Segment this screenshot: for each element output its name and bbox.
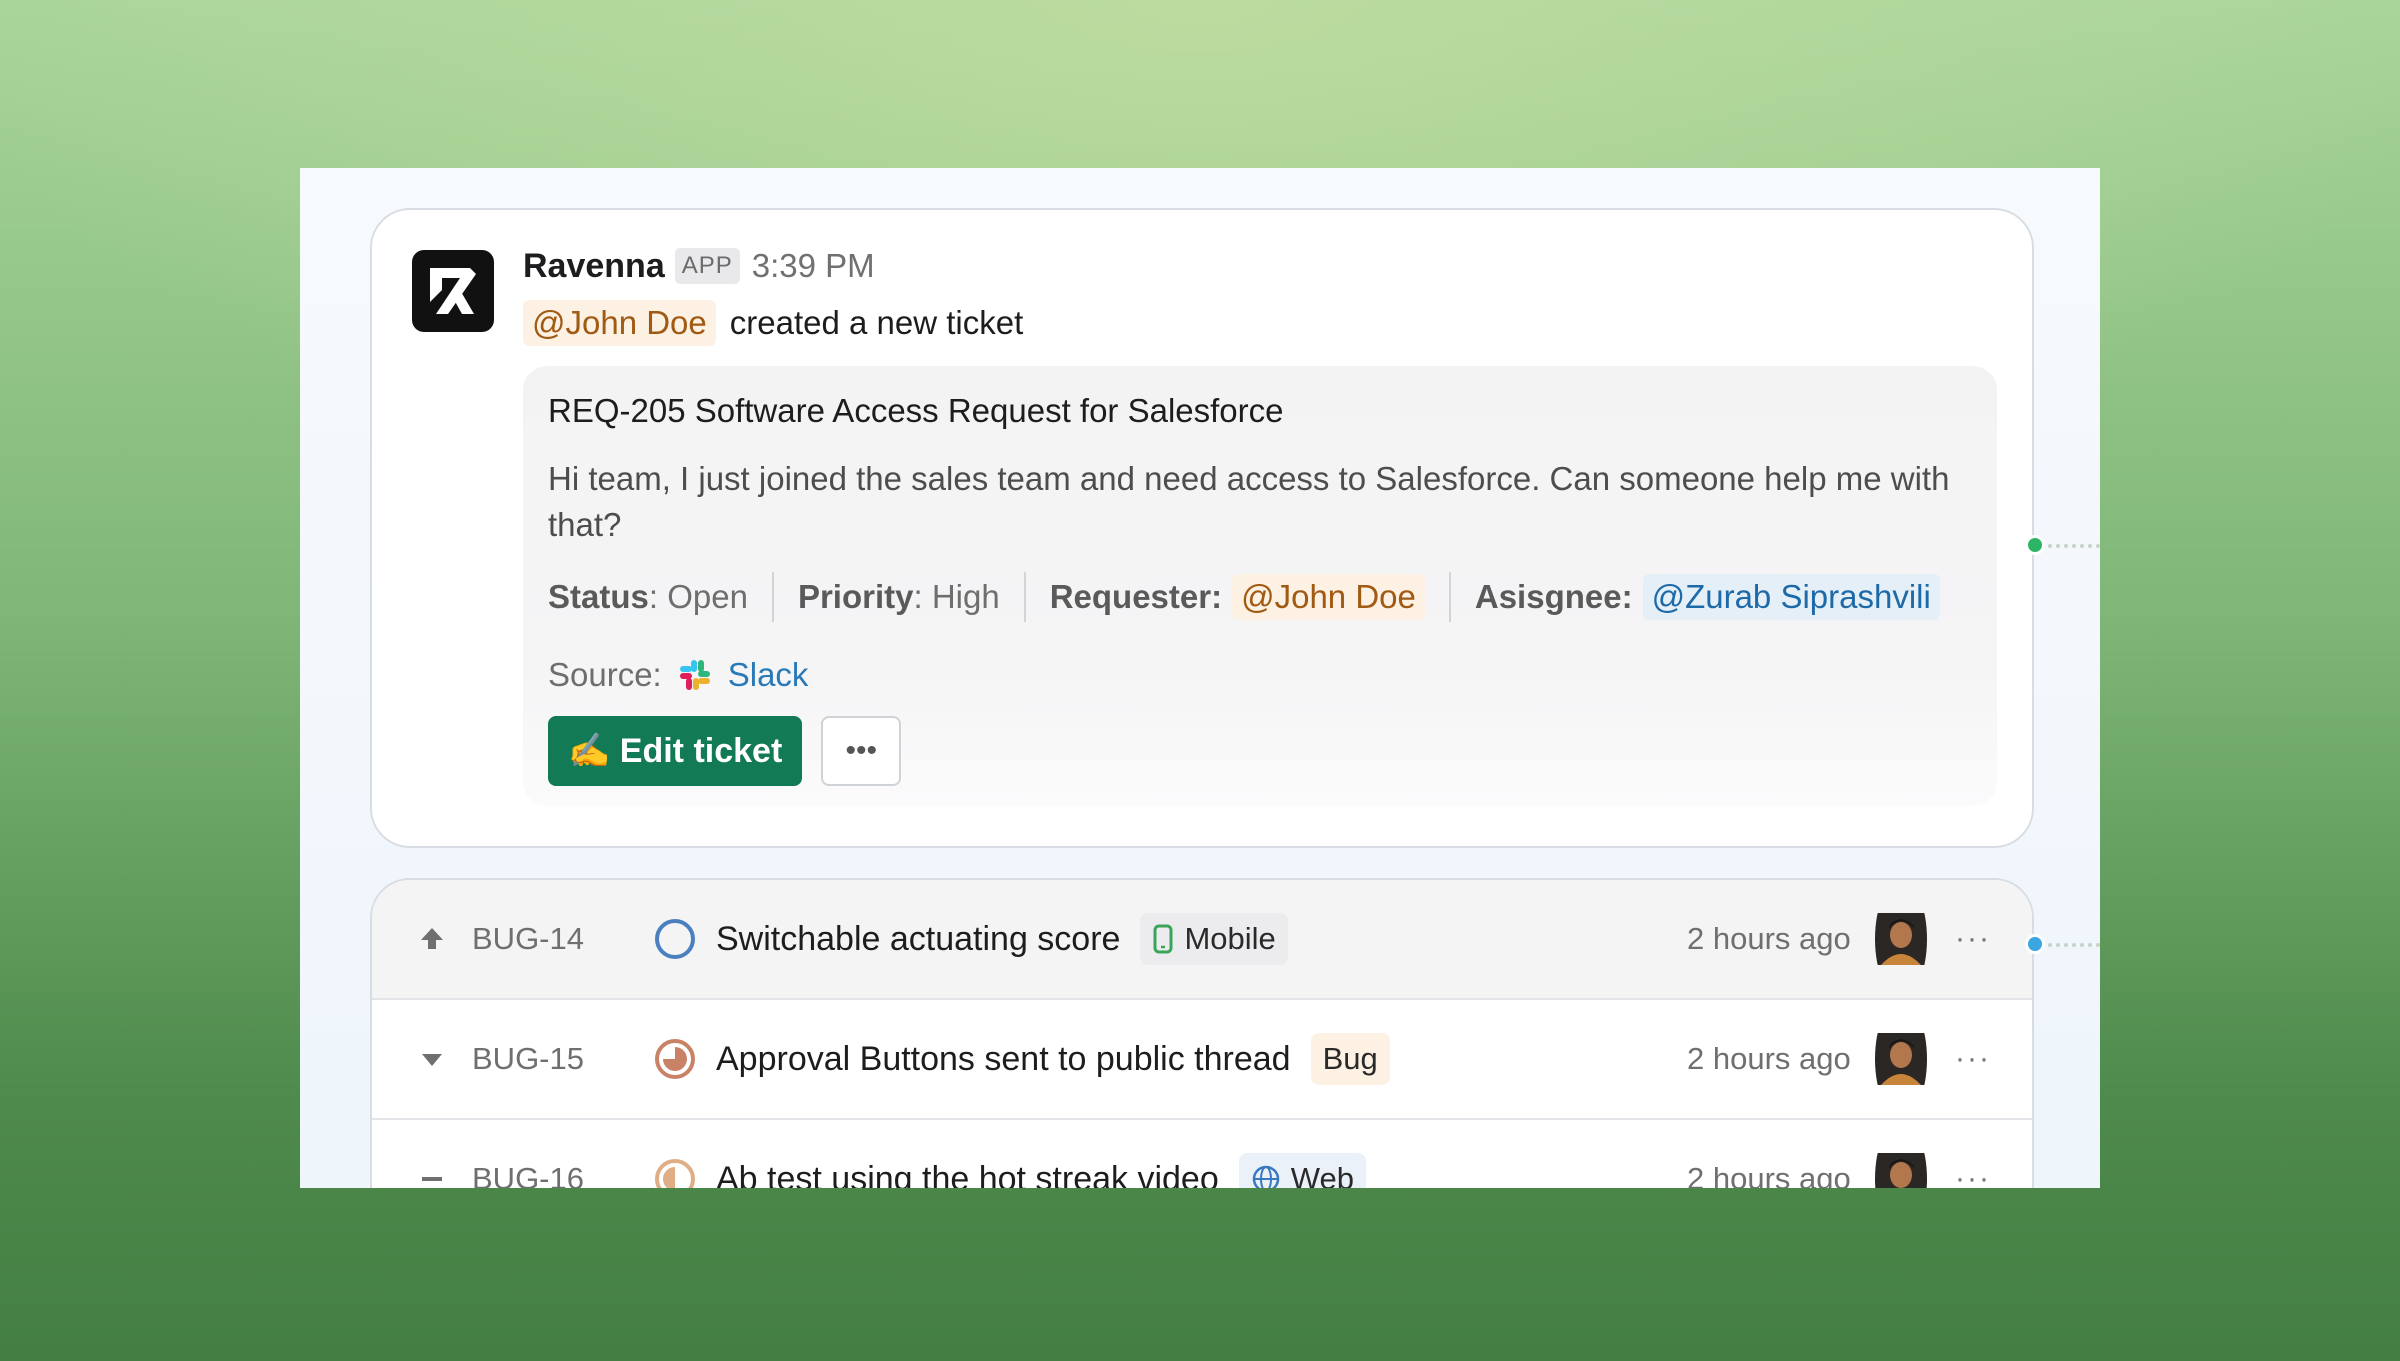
issue-title[interactable]: Ab test using the hot streak video — [716, 1160, 1219, 1189]
connector-line — [2040, 544, 2100, 548]
issue-title-cell[interactable]: Approval Buttons sent to public thread B… — [716, 1000, 1390, 1118]
priority-field: Priority: High — [798, 578, 1000, 616]
connector-dot-blue — [2025, 934, 2045, 954]
divider — [771, 572, 774, 622]
requester-field: Requester: @John Doe — [1050, 574, 1425, 620]
requester-mention[interactable]: @John Doe — [1232, 574, 1425, 620]
issue-list: BUG-14 Switchable actuating score Mobile… — [370, 878, 2034, 1188]
issue-id[interactable]: BUG-15 — [472, 1000, 584, 1118]
connector-line — [2040, 943, 2100, 947]
issue-tag-label: Web — [1290, 1161, 1354, 1188]
ticket-meta: Status: Open Priority: High Requester: @… — [548, 570, 1940, 624]
app-badge: APP — [674, 248, 740, 284]
issue-title[interactable]: Approval Buttons sent to public thread — [716, 1040, 1291, 1079]
issue-tag-label: Mobile — [1184, 921, 1276, 956]
issue-tag[interactable]: Web — [1238, 1153, 1366, 1188]
issue-row[interactable]: BUG-14 Switchable actuating score Mobile… — [372, 880, 2032, 1000]
message-time[interactable]: 3:39 PM — [752, 247, 875, 285]
ticket-actions: ✍️ Edit ticket ••• — [548, 716, 902, 786]
ticket-title: REQ-205 Software Access Request for Sale… — [548, 392, 1284, 429]
priority-none-icon — [412, 1120, 452, 1188]
message-text: @John Doe created a new ticket — [523, 298, 1023, 348]
issue-tag[interactable]: Mobile — [1140, 913, 1288, 965]
status-field: Status: Open — [548, 578, 748, 616]
globe-icon — [1252, 1165, 1279, 1188]
divider — [1023, 572, 1026, 622]
avatar[interactable] — [1875, 1120, 1927, 1188]
row-more-button[interactable]: ··· — [1955, 1000, 1991, 1118]
sender-name[interactable]: Ravenna — [523, 247, 665, 286]
issue-time: 2 hours ago — [1687, 1161, 1851, 1188]
priority-low-icon — [412, 1000, 452, 1118]
issue-title-cell[interactable]: Ab test using the hot streak video Web — [716, 1120, 1366, 1188]
issue-title[interactable]: Switchable actuating score — [716, 920, 1120, 959]
issue-tag[interactable]: Bug — [1310, 1033, 1390, 1085]
user-mention[interactable]: @John Doe — [523, 300, 716, 346]
source-label: Source: — [548, 656, 662, 693]
assignee-label: Asisgnee: — [1474, 578, 1633, 615]
requester-label: Requester: — [1049, 578, 1223, 615]
status-label: Status — [548, 578, 649, 615]
issue-time: 2 hours ago — [1687, 921, 1851, 956]
status-half-icon[interactable] — [654, 1120, 696, 1188]
connector-dot-green — [2025, 535, 2045, 555]
ticket-description: Hi team, I just joined the sales team an… — [548, 460, 1950, 543]
slack-message-card: Ravenna APP 3:39 PM @John Doe created a … — [370, 208, 2034, 848]
issue-row[interactable]: BUG-15 Approval Buttons sent to public t… — [372, 1000, 2032, 1120]
avatar[interactable] — [1875, 1000, 1927, 1118]
status-value: : Open — [648, 578, 748, 615]
phone-icon — [1153, 924, 1173, 954]
priority-label: Priority — [797, 578, 914, 615]
divider — [1448, 572, 1451, 622]
slack-icon — [679, 660, 710, 690]
screenshot-panel: Ravenna APP 3:39 PM @John Doe created a … — [300, 168, 2100, 1188]
message-header: Ravenna APP 3:39 PM — [523, 244, 875, 288]
ravenna-logo — [412, 250, 494, 332]
source-link[interactable]: Slack — [728, 656, 809, 694]
edit-ticket-button[interactable]: ✍️ Edit ticket — [548, 716, 803, 786]
source-field: Source: Slack — [548, 650, 808, 700]
status-in-progress-icon[interactable] — [654, 1000, 696, 1118]
priority-urgent-icon — [412, 880, 452, 998]
row-more-button[interactable]: ··· — [1955, 1120, 1991, 1188]
issue-id[interactable]: BUG-16 — [472, 1120, 584, 1188]
issue-id[interactable]: BUG-14 — [472, 880, 584, 998]
assignee-mention[interactable]: @Zurab Siprashvili — [1642, 574, 1940, 620]
assignee-field: Asisgnee: @Zurab Siprashvili — [1475, 574, 1940, 620]
priority-value: : High — [913, 578, 1000, 615]
action-text: created a new ticket — [729, 304, 1024, 341]
issue-title-cell[interactable]: Switchable actuating score Mobile — [716, 880, 1288, 998]
avatar[interactable] — [1875, 880, 1927, 998]
more-actions-button[interactable]: ••• — [821, 716, 902, 786]
ticket-attachment: REQ-205 Software Access Request for Sale… — [523, 366, 1997, 806]
issue-time: 2 hours ago — [1687, 1041, 1851, 1076]
status-todo-icon[interactable] — [654, 880, 696, 998]
issue-tag-label: Bug — [1322, 1041, 1378, 1076]
row-more-button[interactable]: ··· — [1955, 880, 1991, 998]
issue-row[interactable]: BUG-16 Ab test using the hot streak vide… — [372, 1120, 2032, 1188]
